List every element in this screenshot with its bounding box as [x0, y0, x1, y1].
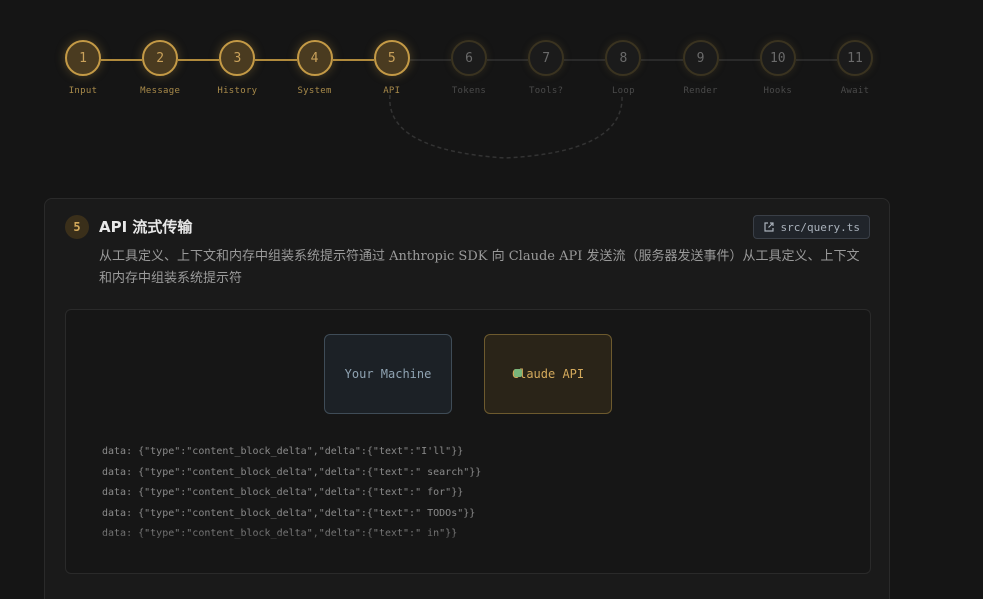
pipeline-stepper: 1 Input 2 Message 3 History 4 System 5 API 6 Tokens… [0, 0, 983, 170]
step-circle: 9 [682, 40, 719, 76]
sse-line: data: {"type":"content_block_delta","del… [102, 446, 464, 457]
sse-line: data: {"type":"content_block_delta","del… [102, 528, 458, 539]
claude-api-node: Claude API [484, 334, 612, 414]
step-circle: 7 [528, 40, 565, 76]
step-circle: 11 [837, 40, 873, 76]
stepper-connector [641, 59, 683, 61]
step-circle: 5 [373, 40, 410, 76]
sse-line: data: {"type":"content_block_delta","del… [102, 545, 842, 551]
step-circle: 10 [759, 40, 796, 76]
step-api[interactable]: 5 API [372, 40, 412, 96]
step-number-badge: 5 [65, 215, 89, 239]
step-circle: 8 [605, 40, 642, 76]
stream-packet [514, 369, 522, 377]
loop-arc [389, 94, 623, 159]
sse-stream-log: data: {"type":"content_block_delta","del… [102, 442, 842, 550]
step-await[interactable]: 11 Await [835, 40, 875, 96]
stepper-connector [487, 59, 529, 61]
step-label: Await [840, 86, 870, 96]
step-hooks[interactable]: 10 Hooks [758, 40, 798, 96]
step-detail-card: 5 API 流式传输 src/query.ts 从工具定义、上下文和内存中组装系… [44, 198, 890, 599]
stepper-connector [255, 59, 297, 61]
stepper-connector [178, 59, 220, 61]
step-circle: 2 [142, 40, 179, 76]
step-input[interactable]: 1 Input [63, 40, 103, 96]
step-circle: 4 [296, 40, 333, 76]
source-file-label: src/query.ts [780, 220, 860, 234]
stepper-connector [332, 59, 374, 61]
stepper-connector [409, 59, 451, 61]
stepper-connector [564, 59, 606, 61]
stepper-connector [718, 59, 760, 61]
step-description: 从工具定义、上下文和内存中组装系统提示符通过 Anthropic SDK 向 C… [99, 249, 860, 286]
card-title: API 流式传输 [99, 218, 193, 236]
sse-line: data: {"type":"content_block_delta","del… [102, 487, 464, 498]
step-message[interactable]: 2 Message [140, 40, 180, 96]
sse-line: data: {"type":"content_block_delta","del… [102, 466, 482, 478]
step-loop[interactable]: 8 Loop [603, 40, 643, 96]
step-circle: 1 [65, 40, 101, 76]
stepper-connector [795, 59, 837, 61]
source-file-link[interactable]: src/query.ts [752, 215, 870, 239]
step-tokens[interactable]: 6 Tokens [449, 40, 489, 96]
sse-line: data: {"type":"content_block_delta","del… [102, 507, 476, 519]
external-link-icon [763, 221, 775, 233]
your-machine-node: Your Machine [324, 334, 452, 414]
step-render[interactable]: 9 Render [681, 40, 721, 96]
step-tools[interactable]: 7 Tools? [526, 40, 566, 96]
step-system[interactable]: 4 System [295, 40, 335, 96]
stepper-connector [101, 59, 143, 61]
step-circle: 6 [451, 40, 487, 76]
step-history[interactable]: 3 History [217, 40, 257, 96]
app-stage: 1 Input 2 Message 3 History 4 System 5 API 6 Tokens… [0, 0, 983, 599]
step-circle: 3 [219, 40, 256, 76]
streaming-diagram: Your Machine Claude API data: {"type":"c… [65, 309, 871, 574]
